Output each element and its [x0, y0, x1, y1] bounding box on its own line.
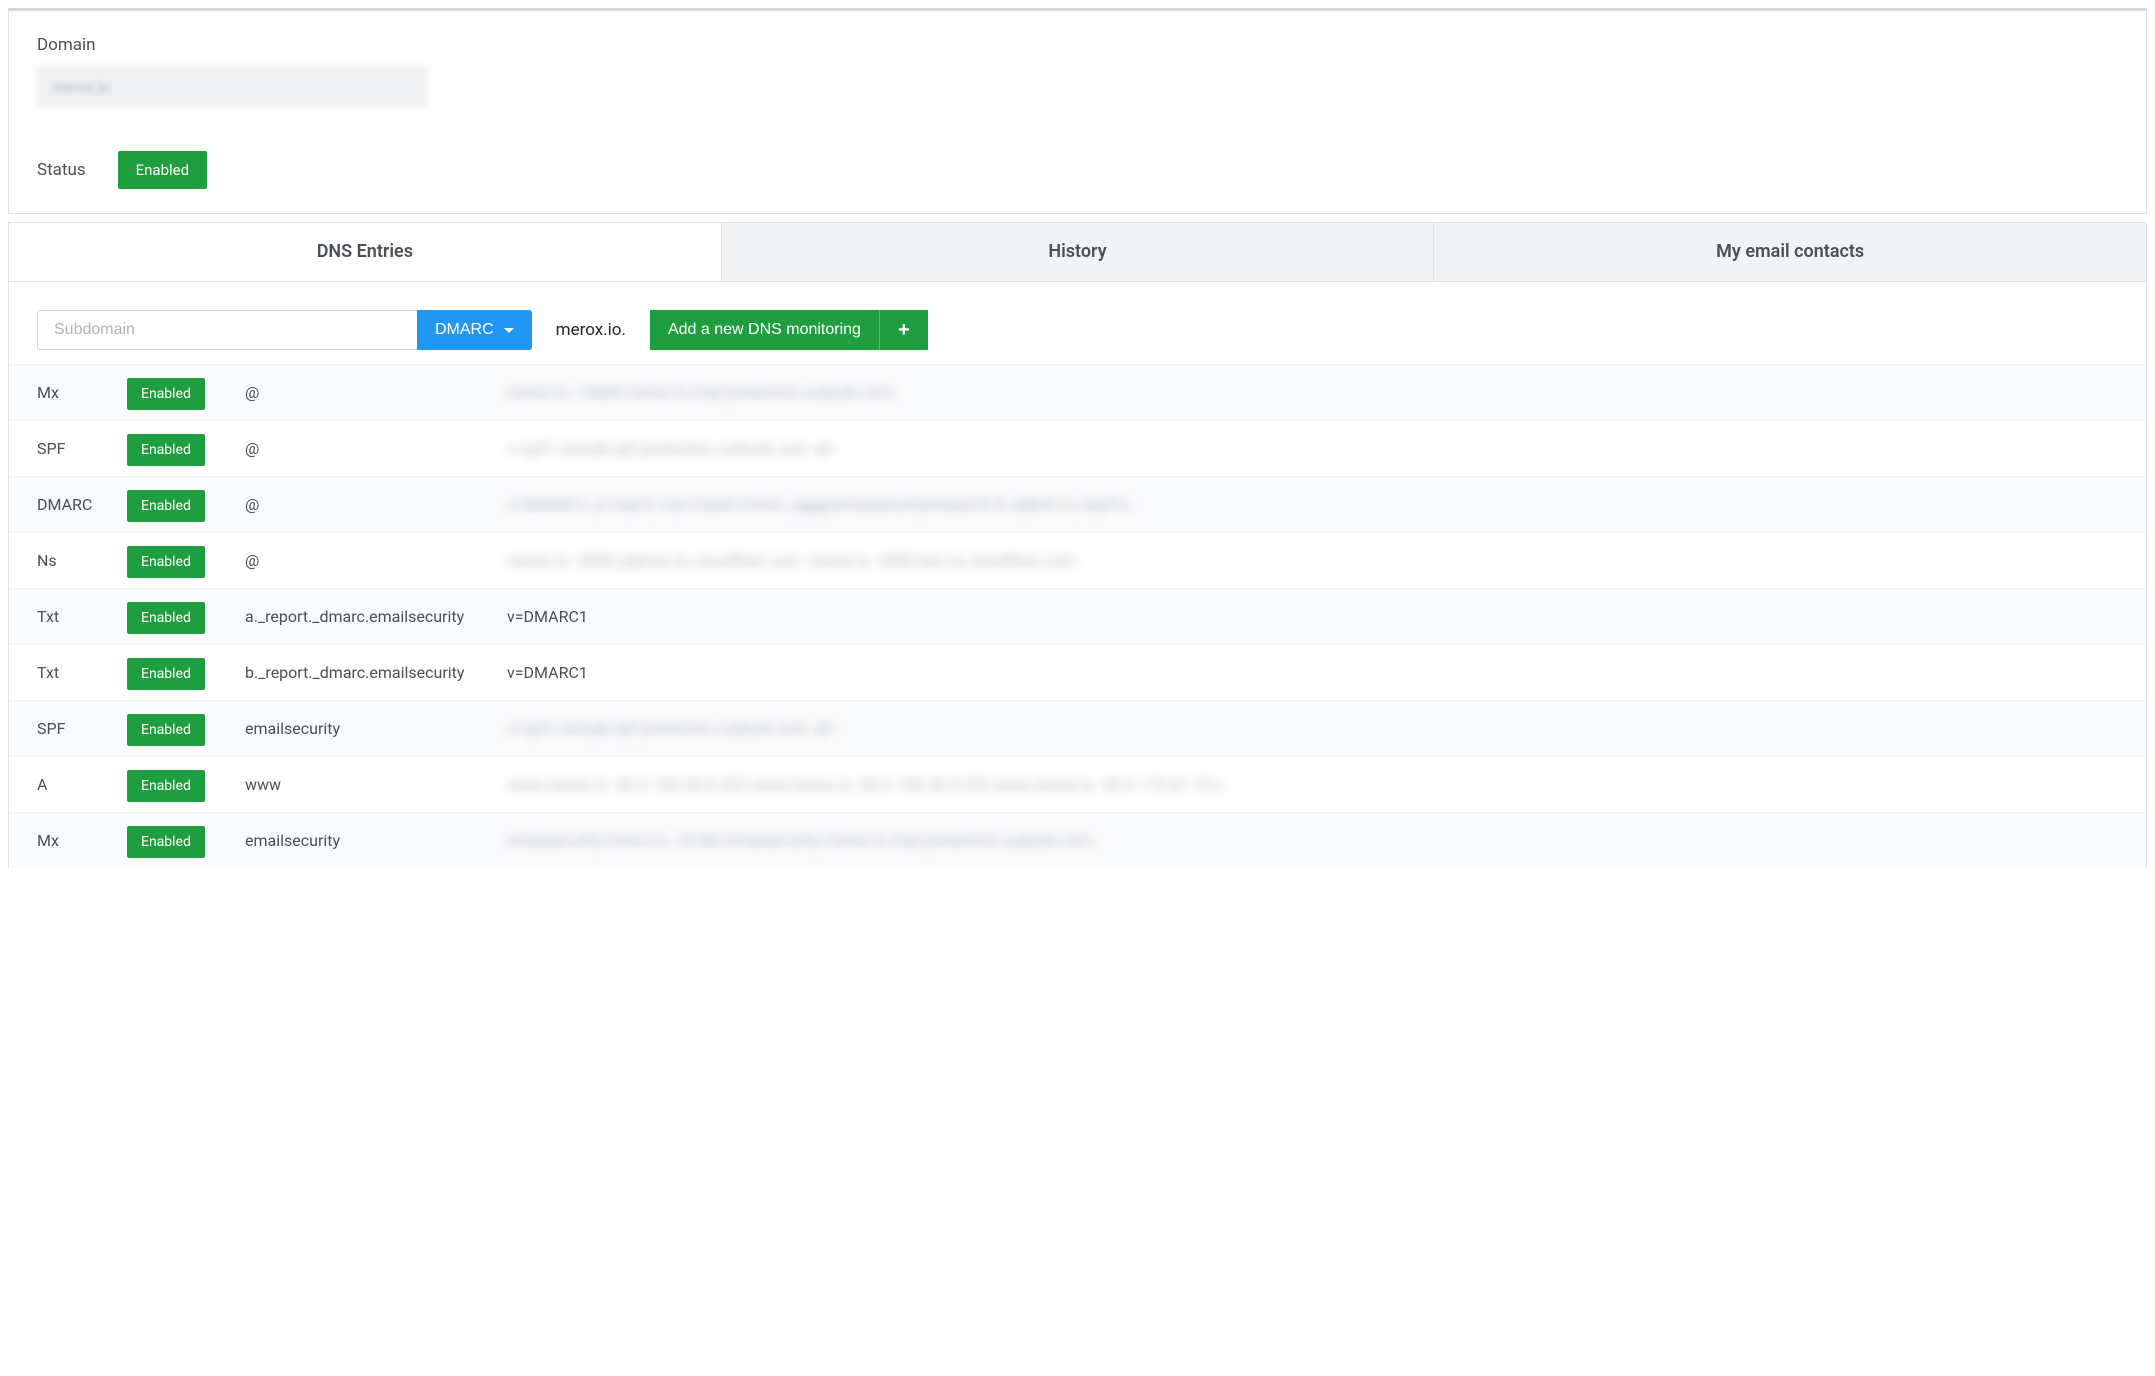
dns-table: MxEnabled@merox.io. 10800 merox-io.mail.…	[9, 364, 2146, 868]
dns-type: A	[37, 775, 127, 794]
dns-value: v=DMARC1; p=reject; rua=mailto:merox_agg…	[507, 495, 2118, 514]
dns-value: v=DMARC1	[507, 607, 2118, 626]
enabled-badge: Enabled	[127, 714, 205, 746]
dns-row[interactable]: DMARCEnabled@v=DMARC1; p=reject; rua=mai…	[9, 476, 2146, 532]
dns-value: v=DMARC1	[507, 663, 2118, 682]
status-badge: Enabled	[118, 151, 207, 189]
enabled-badge: Enabled	[127, 546, 205, 578]
enabled-badge: Enabled	[127, 602, 205, 634]
dns-type: SPF	[37, 439, 127, 458]
dns-host: @	[237, 383, 507, 402]
dns-status-cell: Enabled	[127, 551, 237, 570]
dns-host: a._report._dmarc.emailsecurity	[237, 607, 507, 626]
enabled-badge: Enabled	[127, 770, 205, 802]
add-dns-monitoring-button[interactable]: Add a new DNS monitoring +	[650, 310, 928, 350]
dns-type: DMARC	[37, 495, 127, 514]
dns-status-cell: Enabled	[127, 663, 237, 682]
dns-value: emailsecurity.merox.io. 10 MX emailsecur…	[507, 831, 2118, 850]
domain-display: merox.io.	[556, 320, 626, 340]
dns-host: b._report._dmarc.emailsecurity	[237, 663, 507, 682]
dns-status-cell: Enabled	[127, 383, 237, 402]
dns-row[interactable]: MxEnabledemailsecurityemailsecurity.mero…	[9, 812, 2146, 868]
dns-row[interactable]: AEnabledwwwwww.merox.io. 60 A 104.26.8.2…	[9, 756, 2146, 812]
domain-panel: Domain Status Enabled	[8, 8, 2147, 214]
domain-input[interactable]	[37, 67, 427, 107]
subdomain-input[interactable]	[37, 310, 417, 350]
dns-value: merox.io. 10800 merox-io.mail.protection…	[507, 383, 2118, 402]
chevron-down-icon	[504, 328, 514, 333]
dns-type: Ns	[37, 551, 127, 570]
add-button-label: Add a new DNS monitoring	[650, 321, 879, 339]
dns-type: Mx	[37, 383, 127, 402]
dns-value: v=spf1 include:spf.protection.outlook.co…	[507, 719, 2118, 738]
dns-row[interactable]: NsEnabled@merox.io. 3600 yakima.ns.cloud…	[9, 532, 2146, 588]
tabs: DNS EntriesHistoryMy email contacts	[8, 222, 2147, 282]
tab-history[interactable]: History	[722, 223, 1435, 281]
enabled-badge: Enabled	[127, 434, 205, 466]
toolbar: DMARC merox.io. Add a new DNS monitoring…	[9, 310, 2146, 364]
enabled-badge: Enabled	[127, 490, 205, 522]
enabled-badge: Enabled	[127, 658, 205, 690]
record-type-dropdown[interactable]: DMARC	[417, 310, 532, 350]
dns-host: www	[237, 775, 507, 794]
dns-row[interactable]: MxEnabled@merox.io. 10800 merox-io.mail.…	[9, 364, 2146, 420]
enabled-badge: Enabled	[127, 826, 205, 858]
dns-row[interactable]: TxtEnabledb._report._dmarc.emailsecurity…	[9, 644, 2146, 700]
plus-icon: +	[879, 310, 928, 350]
dns-type: SPF	[37, 719, 127, 738]
tab-my-email-contacts[interactable]: My email contacts	[1434, 223, 2146, 281]
dns-value: v=spf1 include:spf.protection.outlook.co…	[507, 439, 2118, 458]
dns-host: @	[237, 439, 507, 458]
dns-type: Txt	[37, 663, 127, 682]
dns-row[interactable]: SPFEnabledemailsecurityv=spf1 include:sp…	[9, 700, 2146, 756]
dns-type: Txt	[37, 607, 127, 626]
dns-host: @	[237, 551, 507, 570]
dns-entries-content: DMARC merox.io. Add a new DNS monitoring…	[8, 282, 2147, 868]
dns-status-cell: Enabled	[127, 831, 237, 850]
dns-status-cell: Enabled	[127, 439, 237, 458]
tab-dns-entries[interactable]: DNS Entries	[9, 223, 722, 281]
dns-value: merox.io. 3600 yakima.ns.cloudflare.com.…	[507, 551, 2118, 570]
dns-host: emailsecurity	[237, 719, 507, 738]
dns-status-cell: Enabled	[127, 775, 237, 794]
dns-status-cell: Enabled	[127, 607, 237, 626]
dns-row[interactable]: SPFEnabled@v=spf1 include:spf.protection…	[9, 420, 2146, 476]
status-label: Status	[37, 160, 86, 180]
dns-host: emailsecurity	[237, 831, 507, 850]
domain-label: Domain	[37, 35, 2118, 55]
dns-row[interactable]: TxtEnableda._report._dmarc.emailsecurity…	[9, 588, 2146, 644]
enabled-badge: Enabled	[127, 378, 205, 410]
dns-type: Mx	[37, 831, 127, 850]
dns-status-cell: Enabled	[127, 719, 237, 738]
dns-value: www.merox.io. 60 A 104.26.8.223 www.mero…	[507, 775, 2118, 794]
dropdown-label: DMARC	[435, 321, 494, 339]
dns-status-cell: Enabled	[127, 495, 237, 514]
dns-host: @	[237, 495, 507, 514]
